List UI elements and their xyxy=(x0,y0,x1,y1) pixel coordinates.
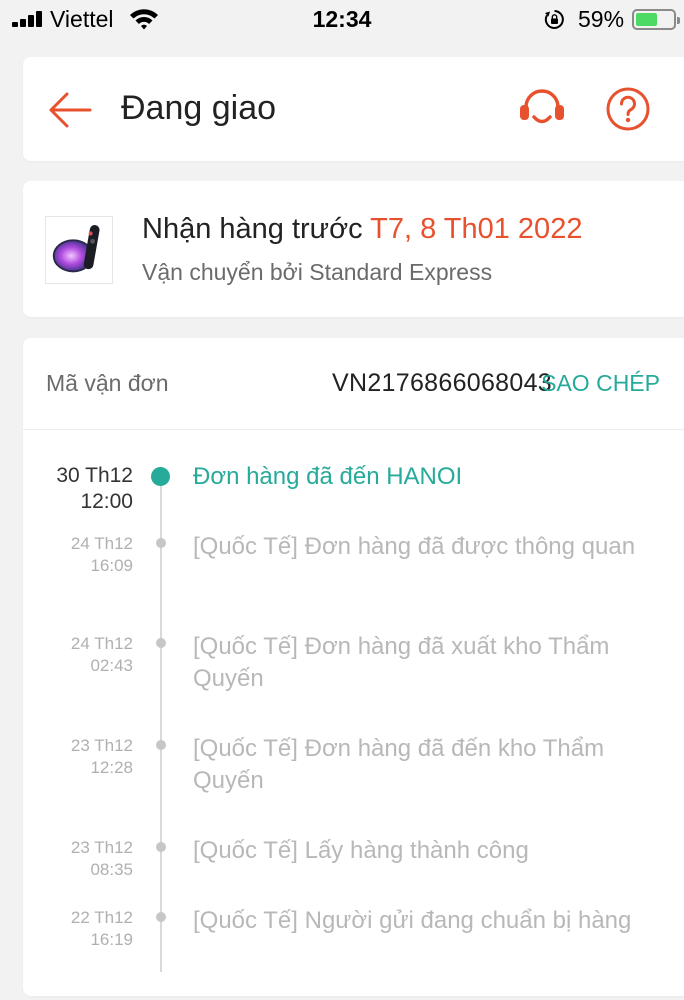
event-time: 08:35 xyxy=(90,860,133,879)
page-title: Đang giao xyxy=(121,89,277,127)
orientation-lock-icon xyxy=(544,10,564,29)
status-bar: Viettel 12:34 59% xyxy=(0,0,684,40)
timeline-dot xyxy=(156,912,166,922)
timeline-dot xyxy=(156,842,166,852)
event-datetime: 22 Th12 16:19 xyxy=(71,907,133,951)
eta-date: T7, 8 Th01 2022 xyxy=(370,213,583,245)
event-date: 23 Th12 xyxy=(70,838,133,857)
eta-prefix: Nhận hàng trước xyxy=(142,213,363,245)
event-time: 12:00 xyxy=(80,490,133,513)
event-date: 30 Th12 xyxy=(56,464,133,487)
event-time: 12:28 xyxy=(90,758,133,777)
event-datetime: 24 Th12 16:09 xyxy=(71,533,133,577)
tracking-number-label: Mã vận đơn xyxy=(46,370,169,396)
delivery-eta: Nhận hàng trước T7, 8 Th01 2022 xyxy=(142,213,582,246)
event-datetime: 23 Th12 12:28 xyxy=(71,735,133,779)
header-bar: Đang giao xyxy=(23,57,684,161)
shipper-name: Vận chuyển bởi Standard Express xyxy=(142,259,493,285)
back-arrow-icon[interactable] xyxy=(45,85,95,135)
customer-support-headset-icon[interactable] xyxy=(517,84,567,134)
event-time: 16:09 xyxy=(90,556,133,575)
battery-percent: 59% xyxy=(578,6,625,32)
event-datetime: 30 Th12 12:00 xyxy=(56,463,133,515)
event-text: Đơn hàng đã đến HANOI xyxy=(193,463,463,490)
event-date: 22 Th12 xyxy=(70,908,133,927)
event-text: [Quốc Tế] Đơn hàng đã xuất kho Thẩm Quyế… xyxy=(193,633,610,692)
event-text: [Quốc Tế] Người gửi đang chuẩn bị hàng xyxy=(193,907,632,934)
help-question-icon[interactable] xyxy=(605,86,651,132)
event-text: [Quốc Tế] Lấy hàng thành công xyxy=(193,837,529,864)
tracking-number-row: Mã vận đơn VN2176866068043 SAO CHÉP xyxy=(23,338,684,430)
event-text: [Quốc Tế] Đơn hàng đã đến kho Thẩm Quyến xyxy=(193,735,605,794)
timeline-dot xyxy=(156,638,166,648)
tracking-number: VN2176866068043 xyxy=(332,369,552,397)
event-datetime: 24 Th12 02:43 xyxy=(71,633,133,677)
timeline-dot xyxy=(156,538,166,548)
timeline-dot xyxy=(156,740,166,750)
event-text: [Quốc Tế] Đơn hàng đã được thông quan xyxy=(193,533,636,560)
timeline-line xyxy=(160,476,162,972)
copy-button[interactable]: SAO CHÉP xyxy=(541,370,660,397)
product-thumbnail[interactable] xyxy=(45,216,113,284)
event-date: 23 Th12 xyxy=(70,736,133,755)
timeline-dot-active xyxy=(151,467,170,486)
battery-icon xyxy=(632,9,680,30)
delivery-info-card: Nhận hàng trước T7, 8 Th01 2022 Vận chuy… xyxy=(23,181,684,317)
tracking-card: Mã vận đơn VN2176866068043 SAO CHÉP 30 T… xyxy=(23,338,684,996)
event-time: 16:19 xyxy=(90,930,133,949)
event-datetime: 23 Th12 08:35 xyxy=(71,837,133,881)
event-date: 24 Th12 xyxy=(70,634,133,653)
event-time: 02:43 xyxy=(90,656,133,675)
event-date: 24 Th12 xyxy=(70,534,133,553)
